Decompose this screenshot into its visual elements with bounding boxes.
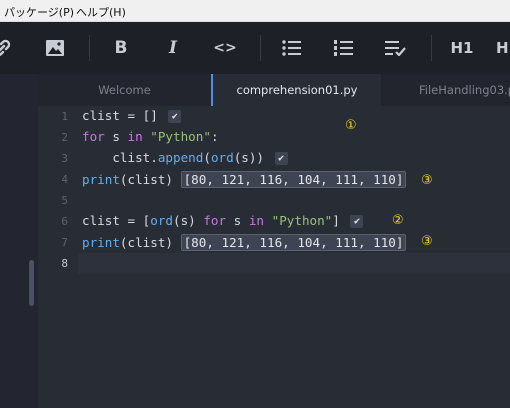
code-token: clist = [: [82, 213, 151, 228]
keyword-token: for: [82, 129, 105, 144]
line-number: 5: [61, 194, 68, 207]
italic-icon[interactable]: I: [157, 32, 189, 64]
image-icon[interactable]: [39, 32, 71, 64]
line-number: 6: [61, 215, 68, 228]
line-number: 3: [61, 152, 68, 165]
code-token: (: [203, 150, 211, 165]
code-token: (s): [173, 213, 204, 228]
code-line-6[interactable]: clist = [ord(s) for s in "Python"] ✔: [82, 213, 364, 228]
code-line-7[interactable]: print(clist) [80, 121, 116, 104, 111, 11…: [82, 234, 407, 251]
annotation-marker-3: ③: [421, 173, 433, 188]
function-token: print: [82, 235, 120, 250]
toolbar-separator: [431, 35, 432, 61]
check-icon: ✔: [274, 152, 288, 165]
toolbar: B I <> H1 H: [0, 22, 510, 74]
checklist-icon[interactable]: [380, 32, 412, 64]
line-number: 1: [61, 110, 68, 123]
toolbar-separator: [260, 35, 261, 61]
line-number: 2: [61, 131, 68, 144]
output-box: [80, 121, 116, 104, 111, 110]: [180, 234, 407, 251]
line-number: 7: [61, 236, 68, 249]
toolbar-separator: [89, 35, 90, 61]
code-token: (clist): [119, 172, 173, 187]
code-line-3[interactable]: clist.append(ord(s)) ✔: [82, 150, 288, 165]
function-token: ord: [210, 150, 234, 165]
side-panel: [0, 74, 39, 408]
check-icon: ✔: [168, 110, 182, 123]
output-box: [80, 121, 116, 104, 111, 110]: [180, 171, 407, 188]
tab-comprehension01[interactable]: comprehension01.py: [211, 74, 381, 106]
code-token: clist.: [112, 150, 158, 165]
menu-bar: パッケージ(P) ヘルプ(H): [0, 0, 510, 22]
code-icon[interactable]: <>: [209, 32, 241, 64]
menu-item-package[interactable]: パッケージ(P): [4, 4, 74, 20]
code-token: ]: [332, 213, 340, 228]
code-token: (clist): [119, 235, 173, 250]
code-token: s: [104, 129, 128, 144]
keyword-token: for: [203, 213, 227, 228]
function-token: ord: [150, 213, 173, 228]
code-token: s: [226, 213, 249, 228]
tab-welcome[interactable]: Welcome: [38, 74, 211, 106]
code-line-1[interactable]: clist = [] ✔: [82, 108, 182, 123]
annotation-marker-2: ②: [392, 213, 404, 228]
code-token: (s)): [233, 150, 265, 165]
annotation-marker-3b: ③: [421, 234, 433, 249]
link-icon[interactable]: [0, 32, 18, 64]
line-number: 4: [61, 173, 68, 186]
string-token: "Python": [271, 213, 333, 228]
function-token: append: [157, 150, 204, 165]
heading2-icon[interactable]: H: [496, 32, 510, 64]
tab-bar: Welcome comprehension01.py FileHandling0…: [38, 74, 510, 106]
menu-item-help[interactable]: ヘルプ(H): [76, 4, 126, 20]
string-token: "Python": [150, 129, 211, 144]
keyword-token: in: [248, 213, 265, 228]
code-editor[interactable]: 1 2 3 4 5 6 7 8 clist = [] ✔ for s in "P…: [38, 106, 510, 408]
tab-filehandling03[interactable]: FileHandling03.py: [381, 74, 510, 106]
side-panel-scrollbar[interactable]: [29, 260, 34, 306]
code-line-4[interactable]: print(clist) [80, 121, 116, 104, 111, 11…: [82, 171, 407, 188]
keyword-token: in: [127, 129, 143, 144]
heading1-icon[interactable]: H1: [446, 32, 478, 64]
function-token: print: [82, 172, 120, 187]
code-token: :: [210, 129, 219, 144]
annotation-marker-1: ①: [345, 118, 357, 133]
numbered-list-icon[interactable]: [328, 32, 360, 64]
check-icon: ✔: [350, 215, 364, 228]
line-number-current: 8: [61, 257, 68, 270]
code-token: clist: [82, 108, 120, 123]
code-token: = []: [119, 108, 158, 123]
bold-icon[interactable]: B: [105, 32, 137, 64]
code-line-2[interactable]: for s in "Python":: [82, 129, 219, 144]
bullet-list-icon[interactable]: [276, 32, 308, 64]
current-line-highlight: [78, 253, 510, 274]
